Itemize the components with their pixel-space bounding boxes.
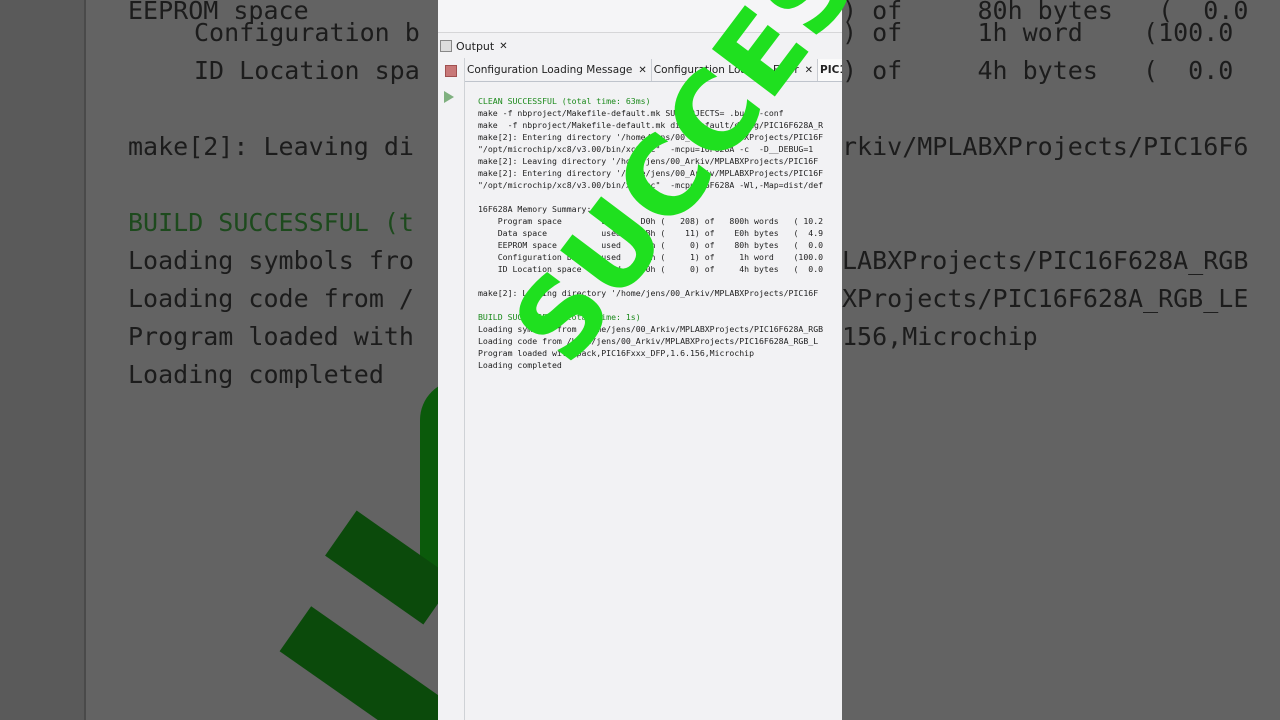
- background-line: Loading code from /: [128, 284, 414, 313]
- background-line-right: XProjects/PIC16F628A_RGB_LE: [842, 284, 1249, 313]
- output-tab-label: Output: [456, 39, 495, 53]
- close-icon[interactable]: ✕: [499, 41, 507, 52]
- background-line-right: rkiv/MPLABXProjects/PIC16F6: [842, 132, 1249, 161]
- rerun-icon[interactable]: [444, 91, 454, 103]
- console-line: Loading completed: [478, 360, 562, 370]
- background-line-right: ) of 4h bytes ( 0.0: [842, 56, 1234, 85]
- background-line: Loading completed: [128, 360, 384, 389]
- output-window-icon: [440, 40, 452, 52]
- output-toolbar: [438, 58, 465, 720]
- background-line-right: ) of 1h word (100.0: [842, 18, 1234, 47]
- tab-1[interactable]: Configuration Loading Message ✕: [465, 59, 652, 81]
- output-panel-tab[interactable]: Output ✕: [438, 36, 508, 56]
- background-line-right: LABXProjects/PIC16F628A_RGB: [842, 246, 1249, 275]
- close-icon[interactable]: ✕: [638, 65, 646, 76]
- background-line: make[2]: Leaving di: [128, 132, 414, 161]
- background-line: ID Location spa: [194, 56, 420, 85]
- stop-icon[interactable]: [445, 65, 457, 77]
- tab-label: Configuration Loading Message: [467, 64, 633, 76]
- background-line: BUILD SUCCESSFUL (t: [128, 208, 414, 237]
- background-line-right: 156,Microchip: [842, 322, 1038, 351]
- background-line: Loading symbols fro: [128, 246, 414, 275]
- background-line: Program loaded with: [128, 322, 414, 351]
- console-line: Program loaded with pack,PIC16Fxxx_DFP,1…: [478, 348, 755, 358]
- background-line: Configuration b: [194, 18, 420, 47]
